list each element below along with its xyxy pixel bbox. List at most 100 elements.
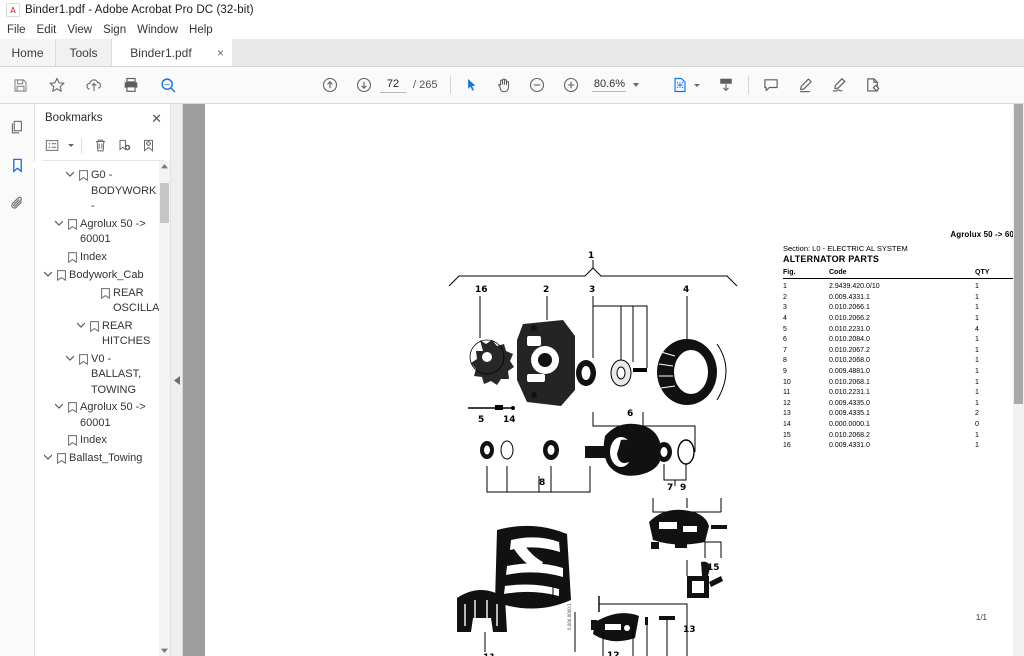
bookmark-icon <box>65 433 80 446</box>
scroll-up-arrow-icon[interactable] <box>159 161 170 172</box>
delete-bookmark-icon[interactable] <box>89 135 111 155</box>
table-cell-code: 0.009.4881.0 <box>829 368 870 376</box>
star-icon[interactable] <box>45 73 69 97</box>
zoom-in-button[interactable] <box>559 73 583 97</box>
document-viewport[interactable]: Agrolux 50 -> 60001 Section: L0 - ELECTR… <box>183 104 1024 656</box>
bookmark-item[interactable]: REAR HITCHES <box>35 318 170 351</box>
bookmarks-toolbar-separator <box>81 137 82 153</box>
chevron-down-icon[interactable] <box>52 400 65 409</box>
page-thumbnails-icon[interactable] <box>4 115 30 139</box>
chevron-down-icon[interactable] <box>52 217 65 226</box>
table-row: 160.009.4331.01rotor blade <box>783 441 1024 452</box>
menu-help[interactable]: Help <box>189 24 220 36</box>
bookmark-icon <box>98 286 113 299</box>
menu-edit[interactable]: Edit <box>37 24 64 36</box>
menu-window[interactable]: Window <box>137 24 185 36</box>
bookmark-label: Agrolux 50 -> 60001 <box>80 217 146 246</box>
table-row: 110.010.2231.11guard <box>783 388 1024 399</box>
table-row: 120.009.4335.01regulator <box>783 399 1024 410</box>
search-icon[interactable] <box>156 73 180 97</box>
svg-text:5: 5 <box>478 415 484 425</box>
previous-page-button[interactable] <box>318 73 342 97</box>
menu-file[interactable]: File <box>7 24 33 36</box>
app-body: Bookmarks ✕ G0 - BODYWORK - Agrolux 50 -… <box>0 104 1024 656</box>
bookmark-icon <box>76 168 91 181</box>
bookmark-item[interactable]: G0 - BODYWORK - <box>35 167 170 216</box>
stamp-icon[interactable] <box>861 73 885 97</box>
pdf-content: Agrolux 50 -> 60001 Section: L0 - ELECTR… <box>205 110 1024 656</box>
print-icon[interactable] <box>119 73 143 97</box>
tab-tools[interactable]: Tools <box>56 39 112 66</box>
options-menu-icon[interactable] <box>41 135 63 155</box>
bookmark-item[interactable]: REAR OSCILLA <box>35 285 170 318</box>
bookmarks-scroll-thumb[interactable] <box>160 183 169 223</box>
chevron-down-icon[interactable] <box>63 168 76 177</box>
bookmark-item[interactable]: Agrolux 50 -> 60001 <box>35 399 170 432</box>
scroll-down-arrow-icon[interactable] <box>159 645 170 656</box>
collapse-panel-handle[interactable] <box>171 104 183 656</box>
highlight-icon[interactable] <box>793 73 817 97</box>
chevron-down-icon[interactable] <box>41 268 54 277</box>
chevron-down-icon[interactable] <box>74 319 87 328</box>
bookmarks-icon[interactable] <box>4 153 30 177</box>
table-cell-code: 0.010.2068.1 <box>829 378 870 386</box>
page-fit-icon[interactable] <box>668 73 692 97</box>
table-cell-fig: 8 <box>783 357 787 365</box>
tab-home[interactable]: Home <box>0 39 56 66</box>
table-cell-fig: 4 <box>783 315 787 323</box>
bookmarks-panel-header: Bookmarks ✕ <box>35 104 170 132</box>
table-cell-fig: 13 <box>783 410 791 418</box>
zoom-level-value: 80.6% <box>592 78 627 92</box>
save-icon[interactable] <box>8 73 32 97</box>
bookmark-item[interactable]: Agrolux 50 -> 60001 <box>35 216 170 249</box>
close-panel-icon[interactable]: ✕ <box>151 112 162 125</box>
document-scroll-thumb[interactable] <box>1014 104 1023 404</box>
page-number-input[interactable]: 72 <box>380 77 406 93</box>
zoom-level-control[interactable]: 80.6% <box>592 78 640 92</box>
bookmark-properties-icon[interactable] <box>137 135 159 155</box>
cloud-upload-icon[interactable] <box>82 73 106 97</box>
table-cell-fig: 5 <box>783 325 787 333</box>
menu-sign[interactable]: Sign <box>103 24 133 36</box>
parts-table-body: 12.9439.420.0/101alternator 14V - 65A - … <box>783 282 1024 452</box>
bookmark-item[interactable]: Ballast_Towing <box>35 450 170 468</box>
parts-table: Fig. Code QTY Name 12.9439.420.0/101alte… <box>783 269 1024 452</box>
table-cell-code: 0.009.4335.0 <box>829 399 870 407</box>
next-page-button[interactable] <box>352 73 376 97</box>
download-icon[interactable] <box>714 73 738 97</box>
new-bookmark-icon[interactable] <box>113 135 135 155</box>
table-row: 140.000.0000.10not serviceable <box>783 420 1024 431</box>
menu-view[interactable]: View <box>67 24 99 36</box>
zoom-out-button[interactable] <box>525 73 549 97</box>
bookmarks-scrollbar[interactable] <box>159 161 170 656</box>
table-cell-fig: 2 <box>783 293 787 301</box>
chevron-down-icon[interactable] <box>63 352 76 361</box>
chevron-down-icon[interactable] <box>41 451 54 460</box>
cursor-icon[interactable] <box>460 73 484 97</box>
table-cell-code: 0.010.2067.2 <box>829 346 870 354</box>
comment-icon[interactable] <box>759 73 783 97</box>
table-cell-code: 0.010.2231.1 <box>829 389 870 397</box>
sign-icon[interactable] <box>827 73 851 97</box>
hand-icon[interactable] <box>492 73 516 97</box>
table-cell-code: 2.9439.420.0/10 <box>829 283 880 291</box>
attachments-icon[interactable] <box>4 191 30 215</box>
document-section: Section: L0 - ELECTRIC AL SYSTEM <box>783 244 908 253</box>
bookmark-label: Index <box>80 250 107 263</box>
tab-document[interactable]: Binder1.pdf × <box>112 39 232 66</box>
page-fit-chevron-icon[interactable] <box>694 83 700 87</box>
document-scrollbar[interactable] <box>1013 104 1024 656</box>
bookmark-item[interactable]: Index <box>35 432 170 450</box>
bookmarks-panel: Bookmarks ✕ G0 - BODYWORK - Agrolux 50 -… <box>35 104 171 656</box>
bookmark-item[interactable]: V0 - BALLAST, TOWING <box>35 351 170 400</box>
table-row: 80.010.2068.01repair seal set <box>783 356 1024 367</box>
bookmark-item[interactable]: Index <box>35 249 170 267</box>
table-row: 70.010.2067.21bearing <box>783 346 1024 357</box>
table-cell-fig: 7 <box>783 346 787 354</box>
close-tab-icon[interactable]: × <box>217 47 224 59</box>
bookmark-item[interactable]: Bodywork_Cab <box>35 267 170 285</box>
bookmarks-panel-toolbar <box>35 132 170 158</box>
options-chevron-icon[interactable] <box>68 143 74 147</box>
bookmarks-panel-title: Bookmarks <box>45 112 103 124</box>
